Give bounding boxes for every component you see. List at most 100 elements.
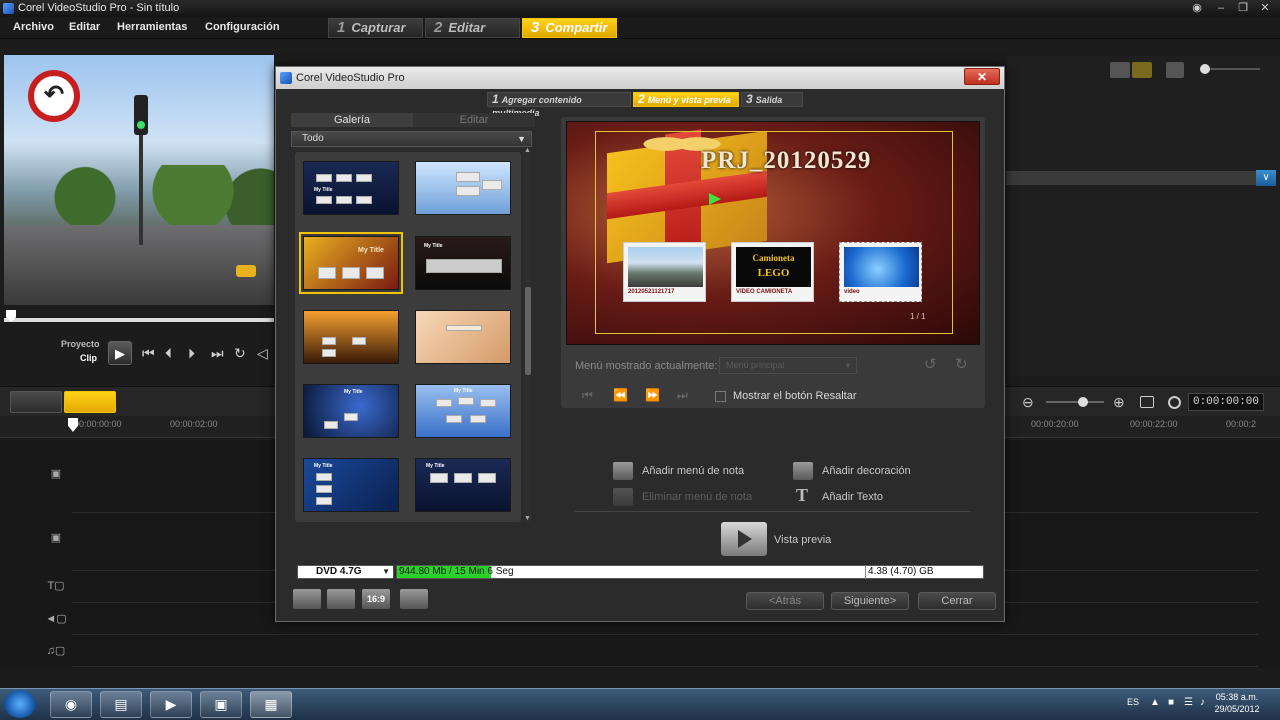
dialog-close-button[interactable]: ✕ xyxy=(964,68,1000,85)
videostudio-icon[interactable]: ▦ xyxy=(250,691,292,718)
menu-template-thumbnail[interactable] xyxy=(303,310,399,364)
clock-icon[interactable] xyxy=(1168,396,1181,409)
scroll-down-icon[interactable]: ▼ xyxy=(524,515,531,522)
add-note-menu-icon[interactable] xyxy=(613,462,633,480)
overlay-track-icon[interactable]: ▣ xyxy=(40,531,72,559)
list-view-icon[interactable] xyxy=(1110,62,1130,78)
storyboard-view-button[interactable] xyxy=(10,391,62,413)
next-button[interactable]: Siguiente> xyxy=(831,592,909,610)
clip-label[interactable]: Clip xyxy=(80,353,97,363)
play-all-icon[interactable] xyxy=(709,193,721,205)
skip-start-icon[interactable]: ⏮ xyxy=(142,345,155,362)
volume-tray-icon[interactable]: ♪ xyxy=(1200,697,1205,708)
menu-chapter-item[interactable]: video xyxy=(839,242,922,302)
tab-editar[interactable]: Editar xyxy=(413,113,535,127)
print-icon[interactable] xyxy=(400,589,428,609)
maximize-button[interactable]: ❐ xyxy=(1232,1,1254,15)
add-text-button[interactable]: Añadir Texto xyxy=(822,491,883,503)
wizard-step-menu-preview[interactable]: 2 Menú y vista previa xyxy=(633,92,739,107)
scroll-up-icon[interactable]: ▲ xyxy=(524,147,531,154)
repeat-icon[interactable]: ↻ xyxy=(234,345,246,362)
menu-template-thumbnail[interactable]: My Title xyxy=(303,161,399,215)
start-button[interactable] xyxy=(4,690,36,718)
first-page-icon[interactable]: ⏮ xyxy=(582,388,593,403)
music-track-icon[interactable]: ♫▢ xyxy=(40,644,72,672)
step-editar[interactable]: 2 Editar xyxy=(425,18,520,38)
gallery-scroll-thumb[interactable] xyxy=(525,287,531,375)
tab-galeria[interactable]: Galería xyxy=(291,113,413,127)
gallery-category-select[interactable]: Todo ▼ xyxy=(291,131,532,147)
clock[interactable]: 05:38 a.m. 29/05/2012 xyxy=(1212,691,1262,715)
highlight-label[interactable]: Mostrar el botón Resaltar xyxy=(733,390,857,402)
wizard-step-output[interactable]: 3 Salida xyxy=(741,92,803,107)
scrub-bar[interactable] xyxy=(4,318,274,322)
expand-icon[interactable]: ∨ xyxy=(1256,170,1276,186)
camera-icon[interactable]: ▣ xyxy=(200,691,242,718)
back-button[interactable]: <Atrás xyxy=(746,592,824,610)
menu-chapter-item[interactable]: Camioneta LEGO VIDEO CAMIONETA xyxy=(731,242,814,302)
menu-template-thumbnail[interactable] xyxy=(415,310,511,364)
minimize-button[interactable]: ‒ xyxy=(1210,1,1232,15)
menu-template-thumbnail[interactable]: My Title xyxy=(303,384,399,438)
step-capturar[interactable]: 1 Capturar xyxy=(328,18,423,38)
shown-menu-select[interactable]: Menú principal ▼ xyxy=(719,357,857,374)
skip-end-icon[interactable]: ⏭ xyxy=(211,345,224,362)
voice-track-icon[interactable]: ◄▢ xyxy=(40,612,72,640)
add-note-menu-button[interactable]: Añadir menú de nota xyxy=(642,465,744,477)
chrome-icon[interactable]: ◉ xyxy=(50,691,92,718)
step-compartir[interactable]: 3 Compartir xyxy=(522,18,617,38)
grid-view-icon[interactable] xyxy=(1132,62,1152,78)
menu-configuracion[interactable]: Configuración xyxy=(205,21,280,33)
preview-monitor-icon[interactable] xyxy=(721,522,767,556)
menu-chapter-item[interactable]: 20120521121717 xyxy=(623,242,706,302)
menu-template-thumbnail-selected[interactable]: My Title xyxy=(299,232,403,294)
menu-template-thumbnail[interactable] xyxy=(415,161,511,215)
language-indicator[interactable]: ES xyxy=(1127,697,1139,707)
sort-icon[interactable] xyxy=(1166,62,1184,78)
fit-icon[interactable] xyxy=(1140,396,1154,408)
preview-button[interactable]: Vista previa xyxy=(774,534,831,546)
menu-herramientas[interactable]: Herramientas xyxy=(117,21,187,33)
next-page-icon[interactable]: ⏩ xyxy=(645,388,660,402)
gear-icon[interactable] xyxy=(327,589,355,609)
tray-expand-icon[interactable]: ▲ xyxy=(1150,697,1160,708)
play-button[interactable]: ▶ xyxy=(108,341,132,365)
action-center-icon[interactable]: ■ xyxy=(1168,697,1174,708)
close-dialog-button[interactable]: Cerrar xyxy=(918,592,996,610)
video-track-icon[interactable]: ▣ xyxy=(40,467,72,495)
timeline-view-button[interactable] xyxy=(64,391,116,413)
zoom-slider-knob[interactable] xyxy=(1200,64,1210,74)
undo-icon[interactable]: ↺ xyxy=(924,355,937,373)
zoom-in-icon[interactable]: ⊕ xyxy=(1113,394,1125,411)
proyecto-label[interactable]: Proyecto xyxy=(61,339,100,349)
menu-title[interactable]: PRJ_20120529 xyxy=(701,147,956,175)
menu-template-thumbnail[interactable]: My Title xyxy=(415,458,511,512)
volume-icon[interactable]: ◁ xyxy=(257,345,268,362)
menu-template-thumbnail[interactable]: My Title xyxy=(303,458,399,512)
settings-orb-icon[interactable]: ◉ xyxy=(1186,1,1208,15)
menu-archivo[interactable]: Archivo xyxy=(13,21,54,33)
highlight-checkbox[interactable] xyxy=(715,391,726,402)
step-forward-icon[interactable]: ⏵ xyxy=(188,345,195,362)
menu-settings-icon[interactable] xyxy=(293,589,321,609)
aspect-ratio-icon[interactable]: 16:9 xyxy=(362,589,390,609)
redo-icon[interactable]: ↻ xyxy=(955,355,968,373)
media-icon[interactable]: ▶ xyxy=(150,691,192,718)
network-icon[interactable]: ☰ xyxy=(1184,697,1193,708)
title-track-icon[interactable]: T▢ xyxy=(40,579,72,607)
menu-template-thumbnail[interactable]: My Title xyxy=(415,384,511,438)
close-button[interactable]: ✕ xyxy=(1254,1,1276,15)
disc-type-select[interactable]: DVD 4.7G ▼ xyxy=(297,565,394,579)
add-decoration-button[interactable]: Añadir decoración xyxy=(822,465,911,477)
folder-icon[interactable]: ▤ xyxy=(100,691,142,718)
wizard-step-add-media[interactable]: 1Agregar contenido multimedia xyxy=(487,92,631,118)
zoom-out-icon[interactable]: ⊖ xyxy=(1022,394,1034,411)
last-page-icon[interactable]: ⏭ xyxy=(677,388,688,403)
prev-page-icon[interactable]: ⏪ xyxy=(613,388,628,402)
menu-editar[interactable]: Editar xyxy=(69,21,100,33)
menu-template-thumbnail[interactable]: My Title xyxy=(415,236,511,290)
timeline-zoom-slider[interactable] xyxy=(1046,401,1104,403)
add-text-icon[interactable]: T xyxy=(796,485,808,506)
timeline-zoom-knob[interactable] xyxy=(1078,397,1088,407)
step-back-icon[interactable]: ⏴ xyxy=(165,345,172,362)
